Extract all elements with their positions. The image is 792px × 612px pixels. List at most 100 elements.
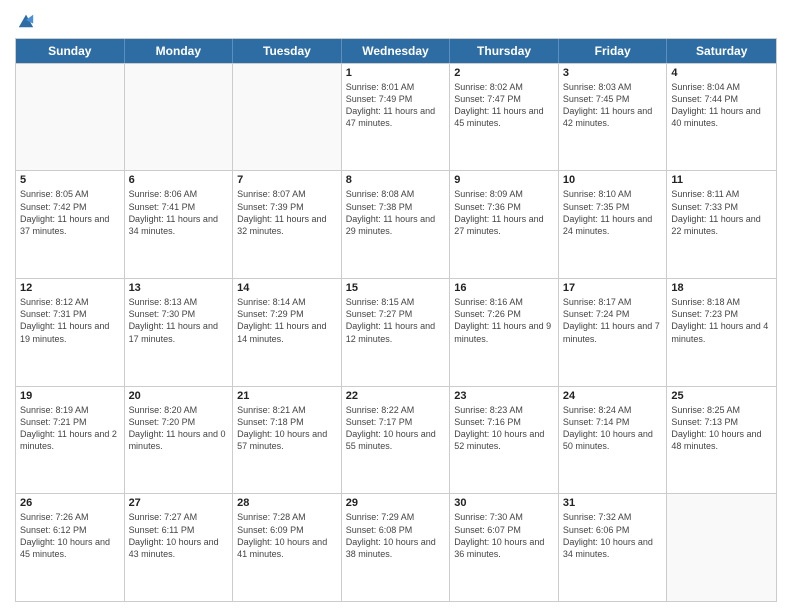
day-info: Sunrise: 8:11 AM Sunset: 7:33 PM Dayligh… <box>671 188 772 237</box>
day-number: 10 <box>563 174 663 186</box>
day-number: 13 <box>129 282 229 294</box>
day-info: Sunrise: 8:02 AM Sunset: 7:47 PM Dayligh… <box>454 81 554 130</box>
day-info: Sunrise: 8:17 AM Sunset: 7:24 PM Dayligh… <box>563 296 663 345</box>
day-cell-2: 2 Sunrise: 8:02 AM Sunset: 7:47 PM Daylig… <box>450 64 559 171</box>
header-day-saturday: Saturday <box>667 39 776 63</box>
day-number: 6 <box>129 174 229 186</box>
day-number: 11 <box>671 174 772 186</box>
day-cell-empty <box>125 64 234 171</box>
day-cell-28: 28 Sunrise: 7:28 AM Sunset: 6:09 PM Dayli… <box>233 494 342 601</box>
day-info: Sunrise: 8:03 AM Sunset: 7:45 PM Dayligh… <box>563 81 663 130</box>
day-info: Sunrise: 8:01 AM Sunset: 7:49 PM Dayligh… <box>346 81 446 130</box>
day-info: Sunrise: 8:20 AM Sunset: 7:20 PM Dayligh… <box>129 404 229 453</box>
day-info: Sunrise: 7:30 AM Sunset: 6:07 PM Dayligh… <box>454 511 554 560</box>
day-info: Sunrise: 8:22 AM Sunset: 7:17 PM Dayligh… <box>346 404 446 453</box>
day-number: 4 <box>671 67 772 79</box>
day-number: 5 <box>20 174 120 186</box>
day-info: Sunrise: 8:23 AM Sunset: 7:16 PM Dayligh… <box>454 404 554 453</box>
day-cell-27: 27Sunrise: 7:27 AM Sunset: 6:11 PM Dayli… <box>125 494 234 601</box>
day-number: 19 <box>20 390 120 402</box>
day-number: 17 <box>563 282 663 294</box>
day-number: 30 <box>454 497 554 509</box>
day-cell-4: 4 Sunrise: 8:04 AM Sunset: 7:44 PM Daylig… <box>667 64 776 171</box>
day-number: 22 <box>346 390 446 402</box>
day-number: 3 <box>563 67 663 79</box>
day-number: 23 <box>454 390 554 402</box>
week-row-1: 1 Sunrise: 8:01 AM Sunset: 7:49 PM Daylig… <box>16 63 776 171</box>
day-number: 14 <box>237 282 337 294</box>
day-number: 26 <box>20 497 120 509</box>
day-info: Sunrise: 8:07 AM Sunset: 7:39 PM Dayligh… <box>237 188 337 237</box>
day-info: Sunrise: 8:09 AM Sunset: 7:36 PM Dayligh… <box>454 188 554 237</box>
week-row-2: 5Sunrise: 8:05 AM Sunset: 7:42 PM Daylig… <box>16 170 776 278</box>
day-info: Sunrise: 8:19 AM Sunset: 7:21 PM Dayligh… <box>20 404 120 453</box>
day-cell-31: 31 Sunrise: 7:32 AM Sunset: 6:06 PM Dayli… <box>559 494 668 601</box>
day-cell-9: 9 Sunrise: 8:09 AM Sunset: 7:36 PM Daylig… <box>450 171 559 278</box>
day-cell-14: 14Sunrise: 8:14 AM Sunset: 7:29 PM Dayli… <box>233 279 342 386</box>
day-info: Sunrise: 8:10 AM Sunset: 7:35 PM Dayligh… <box>563 188 663 237</box>
header-day-monday: Monday <box>125 39 234 63</box>
day-info: Sunrise: 8:21 AM Sunset: 7:18 PM Dayligh… <box>237 404 337 453</box>
day-number: 15 <box>346 282 446 294</box>
day-cell-20: 20 Sunrise: 8:20 AM Sunset: 7:20 PM Dayli… <box>125 387 234 494</box>
day-cell-1: 1 Sunrise: 8:01 AM Sunset: 7:49 PM Daylig… <box>342 64 451 171</box>
day-cell-24: 24Sunrise: 8:24 AM Sunset: 7:14 PM Dayli… <box>559 387 668 494</box>
header-day-friday: Friday <box>559 39 668 63</box>
day-cell-5: 5Sunrise: 8:05 AM Sunset: 7:42 PM Daylig… <box>16 171 125 278</box>
day-info: Sunrise: 8:08 AM Sunset: 7:38 PM Dayligh… <box>346 188 446 237</box>
day-info: Sunrise: 8:04 AM Sunset: 7:44 PM Dayligh… <box>671 81 772 130</box>
day-number: 9 <box>454 174 554 186</box>
day-number: 2 <box>454 67 554 79</box>
day-cell-23: 23 Sunrise: 8:23 AM Sunset: 7:16 PM Dayli… <box>450 387 559 494</box>
day-number: 31 <box>563 497 663 509</box>
header-day-tuesday: Tuesday <box>233 39 342 63</box>
day-cell-26: 26 Sunrise: 7:26 AM Sunset: 6:12 PM Dayli… <box>16 494 125 601</box>
logo-icon <box>17 11 35 29</box>
header-day-thursday: Thursday <box>450 39 559 63</box>
day-number: 12 <box>20 282 120 294</box>
calendar: SundayMondayTuesdayWednesdayThursdayFrid… <box>15 38 777 602</box>
day-info: Sunrise: 8:16 AM Sunset: 7:26 PM Dayligh… <box>454 296 554 345</box>
calendar-body: 1 Sunrise: 8:01 AM Sunset: 7:49 PM Daylig… <box>16 63 776 601</box>
day-number: 28 <box>237 497 337 509</box>
day-info: Sunrise: 7:27 AM Sunset: 6:11 PM Dayligh… <box>129 511 229 560</box>
day-cell-21: 21 Sunrise: 8:21 AM Sunset: 7:18 PM Dayli… <box>233 387 342 494</box>
day-cell-empty <box>233 64 342 171</box>
day-cell-22: 22 Sunrise: 8:22 AM Sunset: 7:17 PM Dayli… <box>342 387 451 494</box>
calendar-header: SundayMondayTuesdayWednesdayThursdayFrid… <box>16 39 776 63</box>
day-cell-empty <box>16 64 125 171</box>
day-cell-10: 10 Sunrise: 8:10 AM Sunset: 7:35 PM Dayli… <box>559 171 668 278</box>
day-cell-15: 15Sunrise: 8:15 AM Sunset: 7:27 PM Dayli… <box>342 279 451 386</box>
day-info: Sunrise: 7:29 AM Sunset: 6:08 PM Dayligh… <box>346 511 446 560</box>
day-cell-16: 16 Sunrise: 8:16 AM Sunset: 7:26 PM Dayli… <box>450 279 559 386</box>
day-number: 24 <box>563 390 663 402</box>
week-row-5: 26 Sunrise: 7:26 AM Sunset: 6:12 PM Dayli… <box>16 493 776 601</box>
day-cell-30: 30 Sunrise: 7:30 AM Sunset: 6:07 PM Dayli… <box>450 494 559 601</box>
header-day-sunday: Sunday <box>16 39 125 63</box>
day-cell-12: 12Sunrise: 8:12 AM Sunset: 7:31 PM Dayli… <box>16 279 125 386</box>
day-number: 16 <box>454 282 554 294</box>
day-number: 1 <box>346 67 446 79</box>
day-number: 7 <box>237 174 337 186</box>
day-info: Sunrise: 7:26 AM Sunset: 6:12 PM Dayligh… <box>20 511 120 560</box>
day-number: 21 <box>237 390 337 402</box>
day-info: Sunrise: 7:28 AM Sunset: 6:09 PM Dayligh… <box>237 511 337 560</box>
day-info: Sunrise: 8:25 AM Sunset: 7:13 PM Dayligh… <box>671 404 772 453</box>
day-cell-6: 6Sunrise: 8:06 AM Sunset: 7:41 PM Daylig… <box>125 171 234 278</box>
week-row-3: 12Sunrise: 8:12 AM Sunset: 7:31 PM Dayli… <box>16 278 776 386</box>
day-info: Sunrise: 7:32 AM Sunset: 6:06 PM Dayligh… <box>563 511 663 560</box>
day-cell-3: 3 Sunrise: 8:03 AM Sunset: 7:45 PM Daylig… <box>559 64 668 171</box>
day-info: Sunrise: 8:13 AM Sunset: 7:30 PM Dayligh… <box>129 296 229 345</box>
day-cell-29: 29Sunrise: 7:29 AM Sunset: 6:08 PM Dayli… <box>342 494 451 601</box>
day-info: Sunrise: 8:18 AM Sunset: 7:23 PM Dayligh… <box>671 296 772 345</box>
day-cell-17: 17 Sunrise: 8:17 AM Sunset: 7:24 PM Dayli… <box>559 279 668 386</box>
calendar-page: SundayMondayTuesdayWednesdayThursdayFrid… <box>0 0 792 612</box>
day-cell-empty <box>667 494 776 601</box>
day-number: 18 <box>671 282 772 294</box>
day-cell-7: 7 Sunrise: 8:07 AM Sunset: 7:39 PM Daylig… <box>233 171 342 278</box>
header-day-wednesday: Wednesday <box>342 39 451 63</box>
day-cell-18: 18 Sunrise: 8:18 AM Sunset: 7:23 PM Dayli… <box>667 279 776 386</box>
day-number: 20 <box>129 390 229 402</box>
day-cell-11: 11 Sunrise: 8:11 AM Sunset: 7:33 PM Dayli… <box>667 171 776 278</box>
day-cell-19: 19 Sunrise: 8:19 AM Sunset: 7:21 PM Dayli… <box>16 387 125 494</box>
